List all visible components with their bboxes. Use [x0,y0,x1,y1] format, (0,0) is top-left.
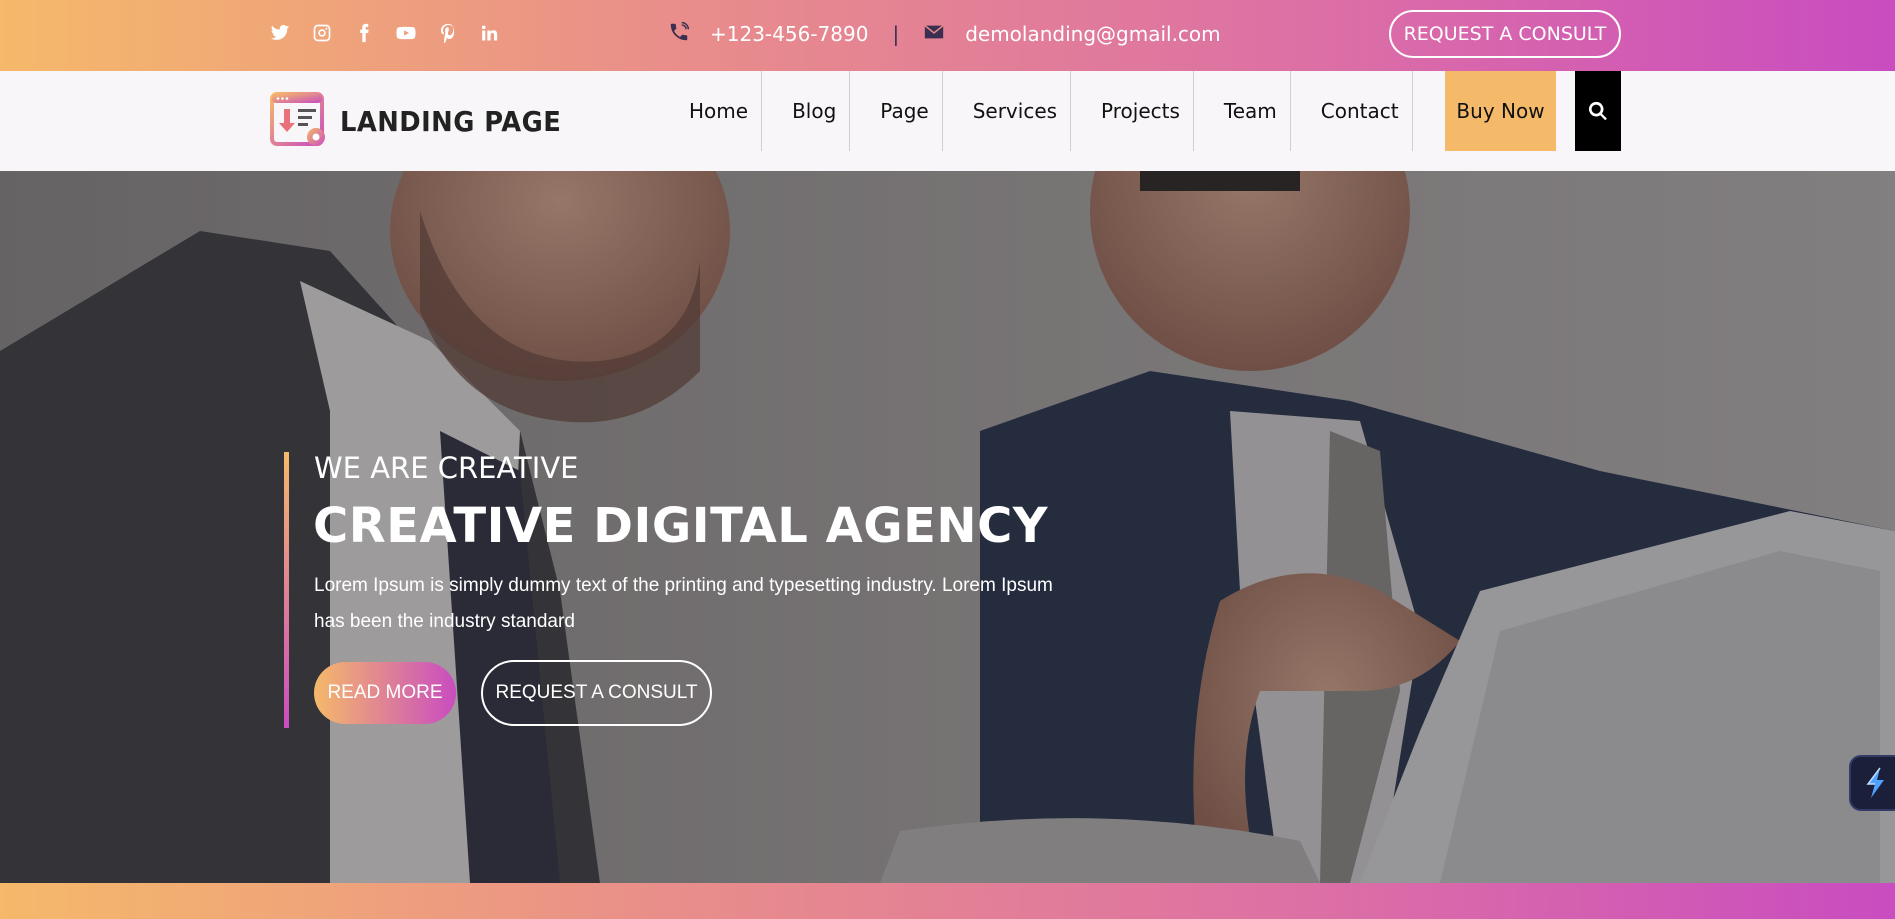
primary-menu: Home Blog Page Services Projects Team Co… [676,71,1413,151]
pinterest-icon[interactable] [436,21,460,45]
email-address[interactable]: demolanding@gmail.com [965,22,1220,46]
twitter-icon[interactable] [268,21,292,45]
phone-icon [668,21,690,48]
phone-number[interactable]: +123-456-7890 [710,22,868,46]
nav-item-home[interactable]: Home [676,71,763,151]
read-more-button[interactable]: READ MORE [314,662,456,724]
lightning-icon [1866,767,1884,798]
hero-accent-bar [284,452,289,728]
nav-item-blog[interactable]: Blog [762,71,851,151]
logo-icon [270,92,325,146]
floating-widget-button[interactable] [1849,755,1895,811]
linkedin-icon[interactable] [478,21,502,45]
social-links [268,21,502,45]
nav-item-page[interactable]: Page [850,71,943,151]
search-button[interactable] [1575,71,1621,151]
bottom-gradient-strip [0,883,1895,919]
contact-separator: | [892,22,900,46]
envelope-icon [923,21,945,48]
facebook-icon[interactable] [352,21,376,45]
nav-item-projects[interactable]: Projects [1071,71,1194,151]
buy-now-button[interactable]: Buy Now [1445,71,1556,151]
hero-section: WE ARE CREATIVE CREATIVE DIGITAL AGENCY … [0,171,1895,883]
main-navbar: LANDING PAGE Home Blog Page Services Pro… [0,71,1895,171]
nav-item-services[interactable]: Services [943,71,1072,151]
logo-text: LANDING PAGE [340,104,562,138]
hero-description: Lorem Ipsum is simply dummy text of the … [314,575,1053,632]
contact-info: +123-456-7890 | demolanding@gmail.com [668,18,1221,50]
request-consult-button-hero[interactable]: REQUEST A CONSULT [481,660,712,726]
hero-eyebrow: WE ARE CREATIVE [314,451,579,485]
hero-headline: CREATIVE DIGITAL AGENCY [313,498,1049,554]
site-logo[interactable]: LANDING PAGE [270,91,581,151]
instagram-icon[interactable] [310,21,334,45]
search-icon [1588,101,1607,121]
request-consult-button-top[interactable]: REQUEST A CONSULT [1389,10,1621,58]
top-bar: +123-456-7890 | demolanding@gmail.com RE… [0,0,1895,71]
youtube-icon[interactable] [394,21,418,45]
nav-item-team[interactable]: Team [1194,71,1291,151]
nav-item-contact[interactable]: Contact [1291,71,1413,151]
